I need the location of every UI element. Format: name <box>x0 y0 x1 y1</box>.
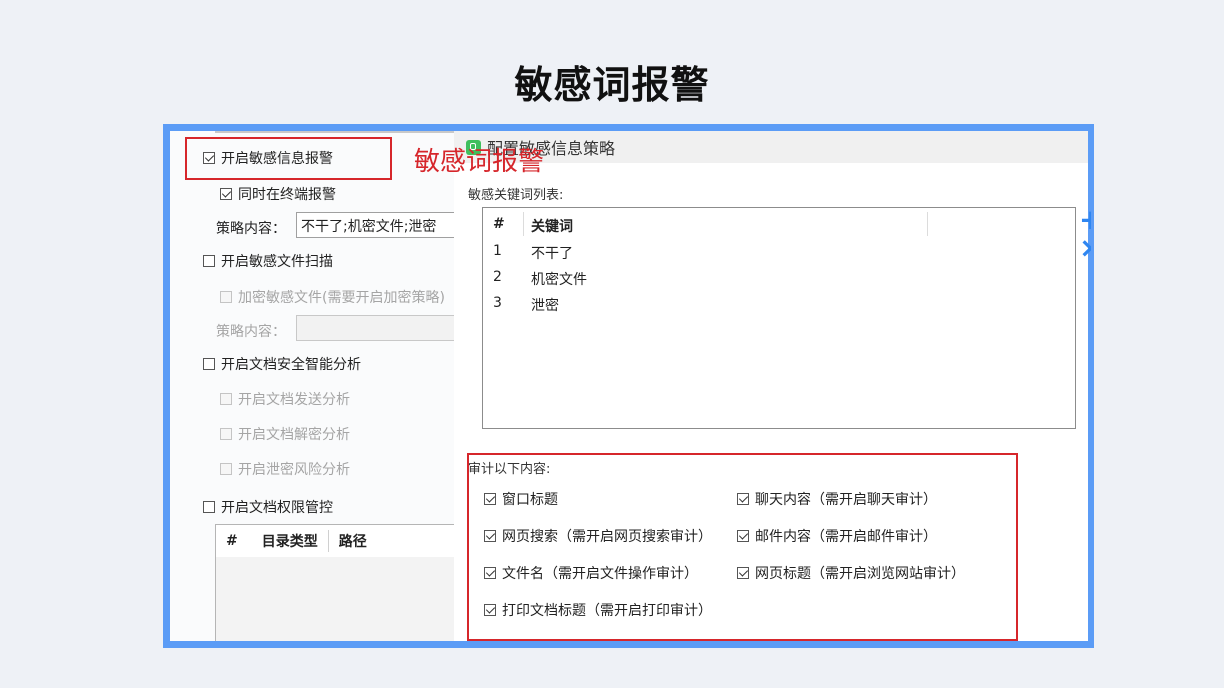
checkbox-checked-icon[interactable] <box>220 188 232 200</box>
slide-title: 敏感词报警 <box>514 63 710 107</box>
column-divider[interactable] <box>927 212 928 236</box>
keyword-table-header: # 关键词 <box>483 208 1075 240</box>
doc-send-analysis-option[interactable]: 开启文档发送分析 <box>220 389 350 409</box>
enable-doc-analysis-option[interactable]: 开启文档安全智能分析 <box>203 354 361 374</box>
directory-table-header: # 目录类型 路径 <box>216 525 454 557</box>
option-label: 开启文档发送分析 <box>238 392 350 408</box>
column-header[interactable]: 路径 <box>329 531 377 551</box>
policy-settings-panel: 开启敏感信息报警 同时在终端报警 策略内容： 不干了;机密文件;泄密 开启敏感文… <box>170 131 454 641</box>
column-header[interactable]: # <box>493 216 505 232</box>
checkbox-icon[interactable] <box>203 255 215 267</box>
doc-decrypt-analysis-option[interactable]: 开启文档解密分析 <box>220 424 350 444</box>
option-label: 开启文档安全智能分析 <box>221 357 361 373</box>
dialog-titlebar[interactable]: 配置敏感信息策略 <box>454 131 1088 163</box>
column-divider[interactable] <box>523 212 524 236</box>
option-label: 开启敏感文件扫描 <box>221 254 333 270</box>
row-keyword: 泄密 <box>531 298 559 314</box>
keyword-list-label: 敏感关键词列表: <box>468 188 564 203</box>
checkbox-disabled-icon[interactable] <box>220 463 232 475</box>
column-header[interactable]: 关键词 <box>531 216 573 236</box>
checkbox-disabled-icon[interactable] <box>220 428 232 440</box>
panel-top-divider <box>215 131 454 133</box>
row-index: 1 <box>493 243 502 259</box>
field-label: 策略内容： <box>216 221 286 237</box>
checkbox-disabled-icon[interactable] <box>220 291 232 303</box>
policy-content-input-disabled[interactable] <box>296 315 454 341</box>
leak-risk-analysis-option[interactable]: 开启泄密风险分析 <box>220 459 350 479</box>
highlight-box <box>185 137 392 180</box>
row-index: 2 <box>493 269 502 285</box>
column-header[interactable]: 目录类型 <box>252 531 328 551</box>
option-label: 加密敏感文件(需要开启加密策略) <box>238 290 445 306</box>
checkbox-icon[interactable] <box>203 501 215 513</box>
table-row[interactable]: 2 机密文件 <box>483 266 1075 290</box>
policy-content-input[interactable]: 不干了;机密文件;泄密 <box>296 212 454 238</box>
row-keyword: 机密文件 <box>531 272 587 288</box>
keyword-table[interactable]: # 关键词 1 不干了 2 机密文件 3 泄密 <box>482 207 1076 429</box>
policy-content-label: 策略内容： <box>216 218 286 238</box>
annotation-label: 敏感词报警 <box>414 147 545 177</box>
option-label: 开启文档解密分析 <box>238 427 350 443</box>
alert-on-terminal-option[interactable]: 同时在终端报警 <box>220 184 336 204</box>
field-label: 策略内容： <box>216 324 286 340</box>
checkbox-disabled-icon[interactable] <box>220 393 232 405</box>
highlight-box <box>467 453 1018 641</box>
option-label: 开启泄密风险分析 <box>238 462 350 478</box>
table-row[interactable]: 3 泄密 <box>483 292 1075 316</box>
column-header[interactable]: # <box>216 533 248 549</box>
policy-content-label-2: 策略内容： <box>216 321 286 341</box>
checkbox-icon[interactable] <box>203 358 215 370</box>
option-label: 开启文档权限管控 <box>221 500 333 516</box>
table-row[interactable]: 1 不干了 <box>483 240 1075 264</box>
cropped-glyph-icon: + × <box>1079 206 1091 264</box>
row-index: 3 <box>493 295 502 311</box>
row-keyword: 不干了 <box>531 246 573 262</box>
enable-doc-permission-option[interactable]: 开启文档权限管控 <box>203 497 333 517</box>
enable-file-scan-option[interactable]: 开启敏感文件扫描 <box>203 251 333 271</box>
encrypt-files-option[interactable]: 加密敏感文件(需要开启加密策略) <box>220 287 445 307</box>
option-label: 同时在终端报警 <box>238 187 336 203</box>
directory-table: # 目录类型 路径 <box>215 524 454 641</box>
